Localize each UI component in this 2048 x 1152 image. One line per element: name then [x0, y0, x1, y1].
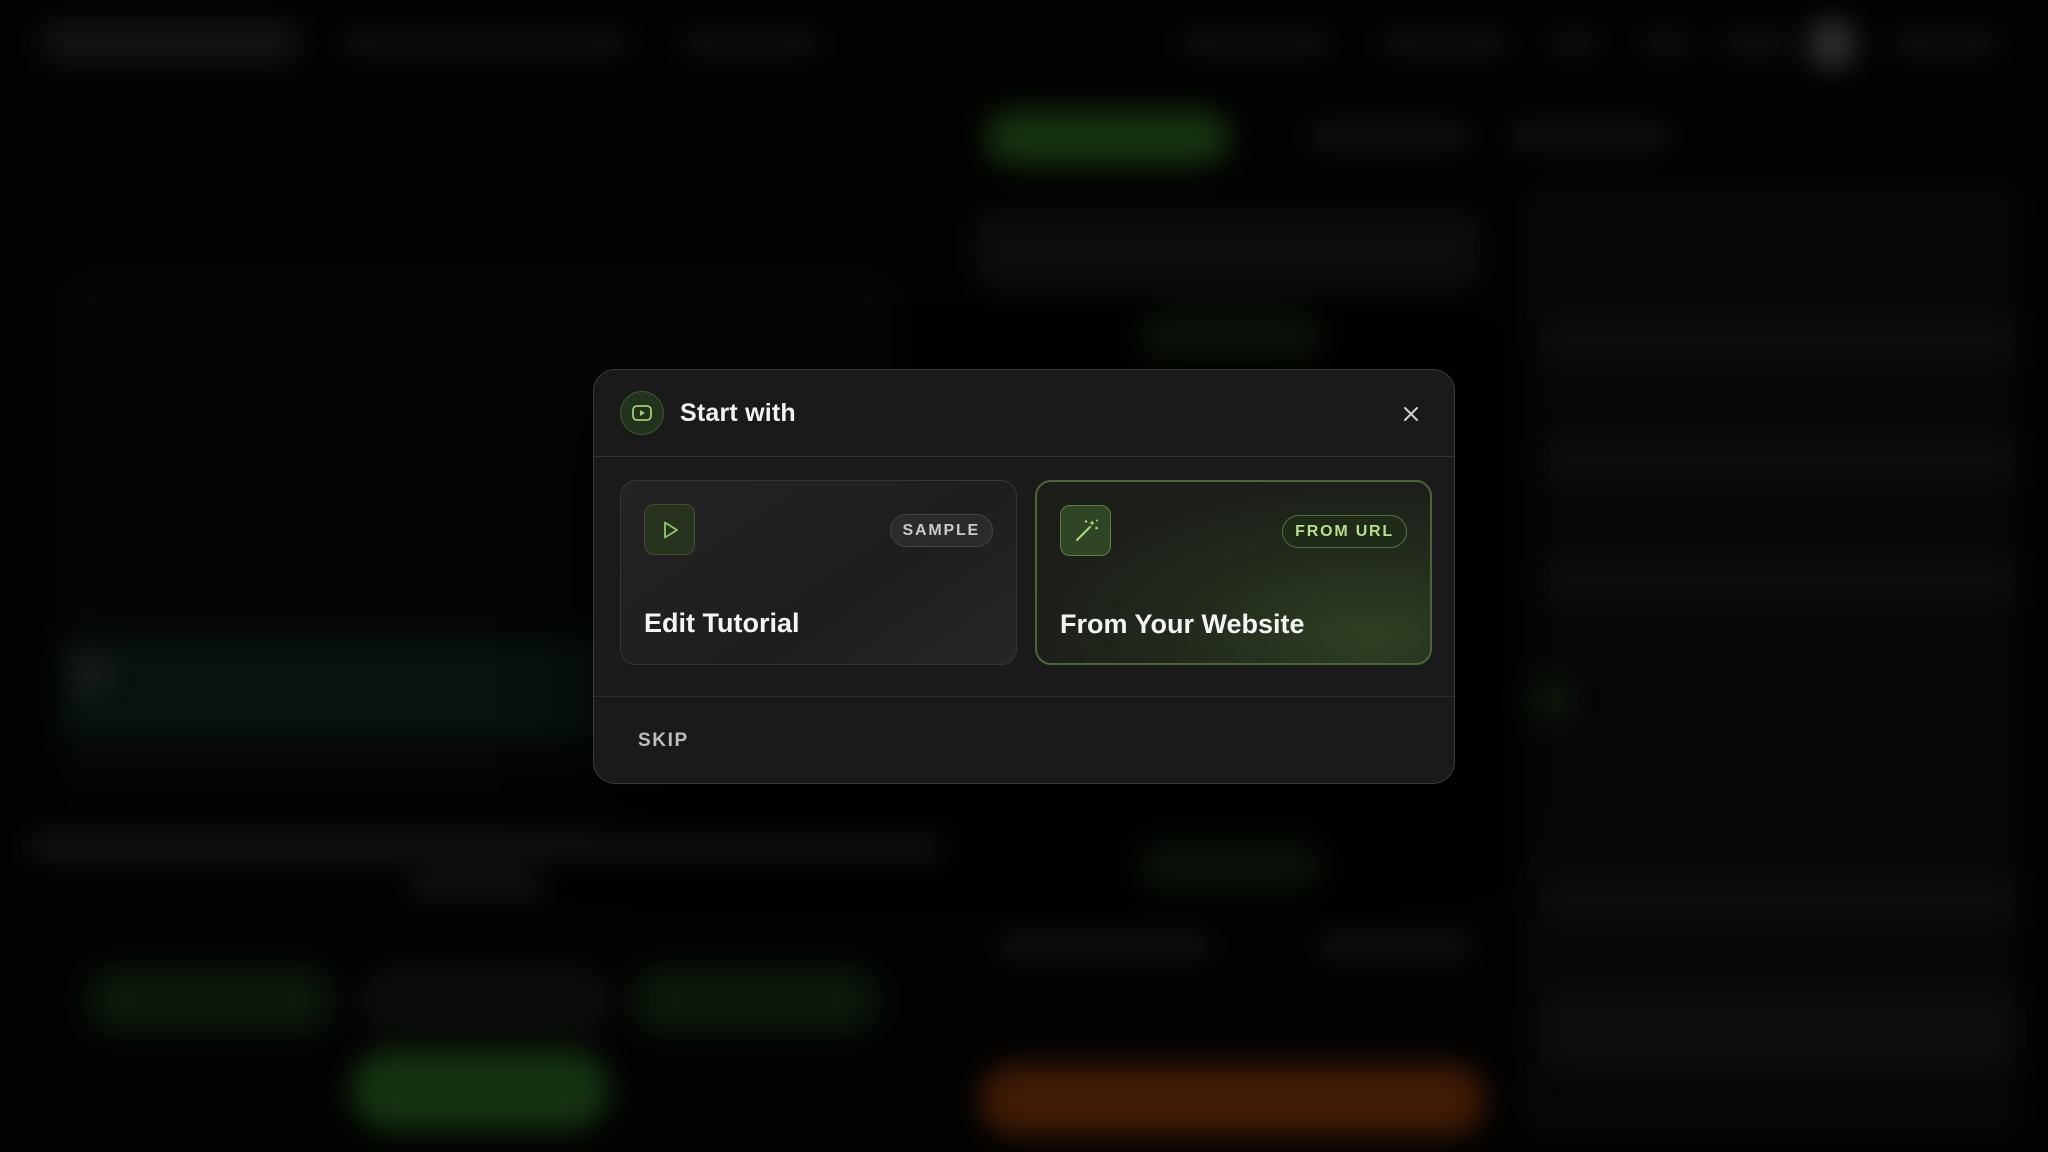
skip-button[interactable]: SKIP: [638, 730, 689, 752]
dialog-footer: SKIP: [594, 697, 1454, 783]
option-cards: SAMPLE Edit Tutorial FROM URL From Your …: [594, 457, 1454, 697]
from-url-badge: FROM URL: [1282, 515, 1407, 548]
from-website-card[interactable]: FROM URL From Your Website: [1035, 480, 1432, 665]
play-circle-icon: [620, 391, 664, 435]
dialog-header: Start with: [594, 370, 1454, 457]
start-with-dialog: Start with SAMPLE Edit Tutorial FROM URL…: [593, 369, 1455, 784]
sample-badge: SAMPLE: [889, 514, 993, 547]
close-icon: [1404, 407, 1418, 421]
card-title: From Your Website: [1060, 609, 1305, 639]
edit-tutorial-card[interactable]: SAMPLE Edit Tutorial: [620, 480, 1017, 665]
close-button[interactable]: [1394, 397, 1428, 431]
play-icon: [644, 504, 695, 555]
card-title: Edit Tutorial: [644, 608, 800, 638]
dialog-title: Start with: [680, 398, 796, 427]
magic-wand-icon: [1060, 505, 1111, 556]
